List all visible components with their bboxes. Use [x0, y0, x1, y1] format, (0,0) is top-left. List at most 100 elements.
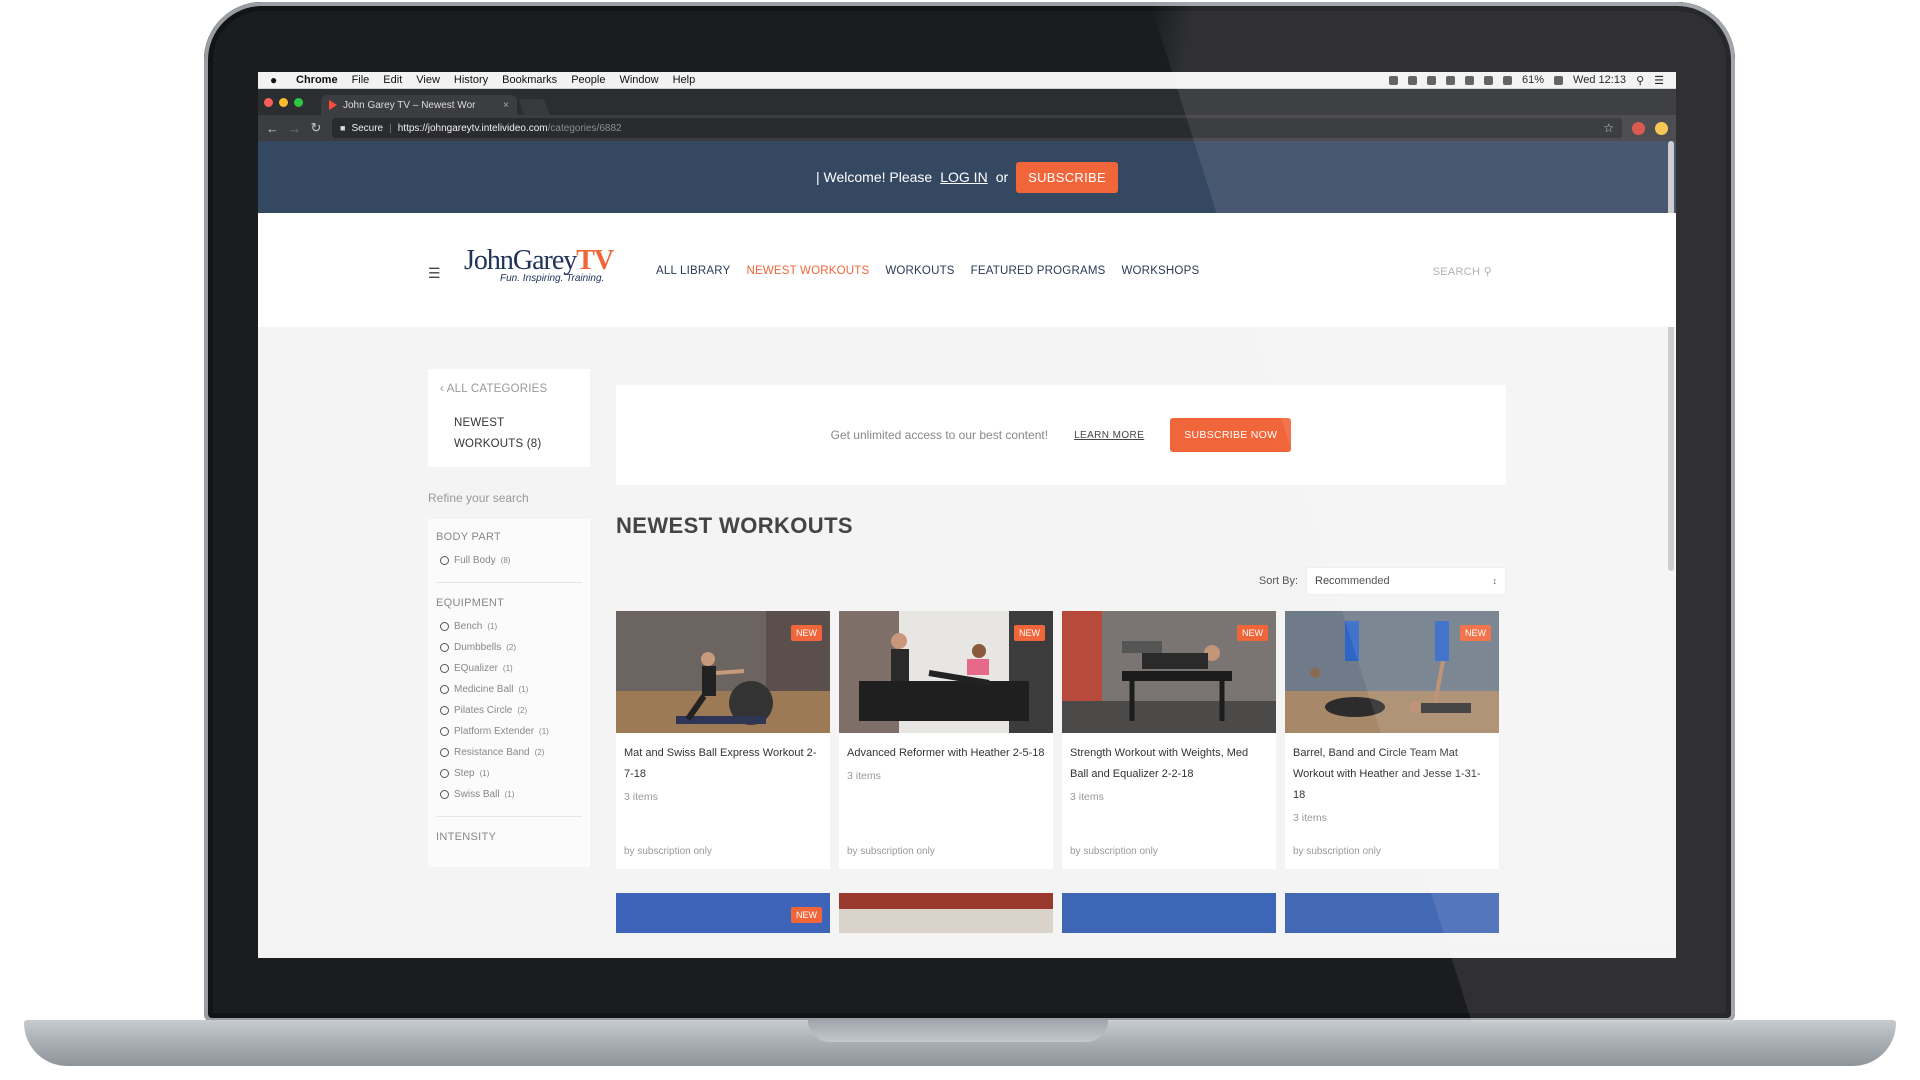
- nav-workshops[interactable]: WORKSHOPS: [1121, 265, 1199, 277]
- volume-icon[interactable]: [1503, 75, 1513, 85]
- filter-option[interactable]: Full Body (8): [440, 555, 582, 566]
- card-title[interactable]: Barrel, Band and Circle Team Mat Workout…: [1285, 733, 1499, 806]
- time-machine-icon[interactable]: [1465, 75, 1475, 85]
- new-tab-button[interactable]: [518, 99, 550, 115]
- spotlight-icon[interactable]: ⚲: [1636, 74, 1644, 87]
- all-categories-label: ALL CATEGORIES: [446, 383, 548, 395]
- workout-thumbnail[interactable]: NEW: [616, 893, 830, 933]
- divider: [436, 816, 582, 817]
- subscribe-button[interactable]: SUBSCRIBE: [1016, 161, 1118, 193]
- maximize-window-button[interactable]: [294, 97, 303, 107]
- tab-close-icon[interactable]: ×: [503, 100, 509, 111]
- filter-option-count: (2): [517, 706, 528, 715]
- welcome-bar: | Welcome! Please LOG IN or SUBSCRIBE: [258, 141, 1676, 213]
- workout-card[interactable]: NEW Mat and Swiss Ball Express Workout 2…: [616, 611, 830, 869]
- browser-tab-strip: John Garey TV – Newest Wor ×: [258, 89, 1676, 115]
- card-title[interactable]: Strength Workout with Weights, Med Ball …: [1062, 733, 1276, 785]
- filter-option[interactable]: Platform Extender (1): [440, 726, 582, 737]
- bookmark-star-icon[interactable]: ☆: [1603, 121, 1614, 135]
- menu-history[interactable]: History: [454, 74, 488, 86]
- current-category[interactable]: NEWEST WORKOUTS (8): [440, 413, 580, 455]
- bluetooth-icon[interactable]: [1446, 75, 1456, 85]
- menu-edit[interactable]: Edit: [383, 74, 402, 86]
- filter-option[interactable]: Dumbbells (2): [440, 642, 582, 653]
- filter-option[interactable]: EQualizer (1): [440, 663, 582, 674]
- filter-option[interactable]: Swiss Ball (1): [440, 789, 582, 800]
- battery-icon[interactable]: [1554, 75, 1564, 85]
- menu-help[interactable]: Help: [673, 74, 696, 86]
- page-content: ‹ ALL CATEGORIES NEWEST WORKOUTS (8) Ref…: [258, 327, 1676, 939]
- workout-card[interactable]: NEW: [616, 893, 830, 933]
- adobe-icon[interactable]: [1408, 75, 1418, 85]
- radio-icon: [440, 748, 449, 757]
- workout-thumbnail[interactable]: [1062, 893, 1276, 933]
- apple-icon[interactable]: ●: [270, 73, 282, 87]
- facet-equipment-title: EQUIPMENT: [436, 597, 505, 609]
- menu-bookmarks[interactable]: Bookmarks: [502, 74, 557, 86]
- filter-option[interactable]: Step (1): [440, 768, 582, 779]
- wifi-icon[interactable]: [1484, 75, 1494, 85]
- nav-workouts[interactable]: WORKOUTS: [885, 265, 954, 277]
- nav-featured-programs[interactable]: FEATURED PROGRAMS: [971, 265, 1106, 277]
- workout-card[interactable]: [1062, 893, 1276, 933]
- facet-body-part-title: BODY PART: [436, 531, 502, 543]
- workout-thumbnail[interactable]: NEW: [839, 611, 1053, 733]
- card-access: by subscription only: [1070, 846, 1158, 857]
- workout-card[interactable]: NEW Advanced Reformer with Heather 2-5-1…: [839, 611, 1053, 869]
- login-link[interactable]: LOG IN: [940, 169, 987, 185]
- workout-thumbnail[interactable]: [839, 893, 1053, 933]
- workout-card[interactable]: [1285, 893, 1499, 933]
- dropbox-icon[interactable]: [1389, 75, 1399, 85]
- subscribe-now-button[interactable]: SUBSCRIBE NOW: [1170, 418, 1292, 452]
- menu-file[interactable]: File: [352, 74, 370, 86]
- airplay-icon[interactable]: [1427, 75, 1437, 85]
- radio-icon: [440, 622, 449, 631]
- workout-thumbnail[interactable]: NEW: [616, 611, 830, 733]
- site-logo[interactable]: JohnGareyTV Fun. Inspiring. Training.: [464, 245, 614, 284]
- notification-center-icon[interactable]: ☰: [1654, 74, 1664, 87]
- laptop-screen: ● Chrome File Edit View History Bookmark…: [258, 72, 1676, 958]
- clock[interactable]: Wed 12:13: [1573, 74, 1626, 86]
- menu-people[interactable]: People: [571, 74, 605, 86]
- hamburger-menu-icon[interactable]: ☰: [428, 265, 441, 282]
- url-path: /categories/6882: [547, 122, 622, 134]
- workout-card[interactable]: NEW Strength Workout with Weights, Med B…: [1062, 611, 1276, 869]
- reload-icon[interactable]: ↻: [310, 120, 322, 136]
- all-categories-link[interactable]: ‹ ALL CATEGORIES: [440, 383, 580, 395]
- forward-arrow-icon[interactable]: →: [288, 121, 301, 136]
- menu-view[interactable]: View: [416, 74, 440, 86]
- card-title[interactable]: Advanced Reformer with Heather 2-5-18: [839, 733, 1053, 764]
- filter-option[interactable]: Bench (1): [440, 621, 582, 632]
- current-category-line2: WORKOUTS (8): [454, 438, 542, 450]
- workout-thumbnail[interactable]: NEW: [1285, 611, 1499, 733]
- menu-app[interactable]: Chrome: [296, 74, 338, 86]
- workout-thumbnail[interactable]: [1285, 893, 1499, 933]
- sort-select[interactable]: Recommended ↕: [1306, 567, 1506, 595]
- current-category-line1: NEWEST: [454, 417, 505, 429]
- card-title[interactable]: Mat and Swiss Ball Express Workout 2-7-1…: [616, 733, 830, 785]
- nav-all-library[interactable]: ALL LIBRARY: [656, 265, 730, 277]
- chevron-left-icon: ‹: [440, 383, 445, 395]
- workout-card[interactable]: NEW Barrel, Band and Circle Team Mat Wor…: [1285, 611, 1499, 869]
- menu-window[interactable]: Window: [619, 74, 658, 86]
- filter-option[interactable]: Medicine Ball (1): [440, 684, 582, 695]
- extension-icon[interactable]: [1632, 121, 1645, 135]
- minimize-window-button[interactable]: [279, 97, 288, 107]
- workout-card[interactable]: [839, 893, 1053, 933]
- radio-icon: [440, 664, 449, 673]
- welcome-text: | Welcome! Please: [816, 169, 933, 185]
- filter-option-label: Step: [454, 768, 475, 779]
- profile-avatar[interactable]: [1655, 121, 1668, 135]
- filter-option[interactable]: Pilates Circle (2): [440, 705, 582, 716]
- category-box: ‹ ALL CATEGORIES NEWEST WORKOUTS (8): [428, 369, 590, 467]
- browser-tab-active[interactable]: John Garey TV – Newest Wor ×: [321, 95, 517, 115]
- search-link[interactable]: SEARCH ⚲: [1433, 265, 1492, 278]
- close-window-button[interactable]: [264, 97, 273, 107]
- address-bar[interactable]: ■ Secure | https://johngareytv.intelivid…: [332, 118, 1622, 138]
- back-arrow-icon[interactable]: ←: [266, 121, 279, 136]
- learn-more-link[interactable]: LEARN MORE: [1074, 430, 1144, 441]
- workout-thumbnail[interactable]: NEW: [1062, 611, 1276, 733]
- filter-option[interactable]: Resistance Band (2): [440, 747, 582, 758]
- promo-text: Get unlimited access to our best content…: [830, 428, 1049, 442]
- nav-newest-workouts[interactable]: NEWEST WORKOUTS: [746, 265, 869, 277]
